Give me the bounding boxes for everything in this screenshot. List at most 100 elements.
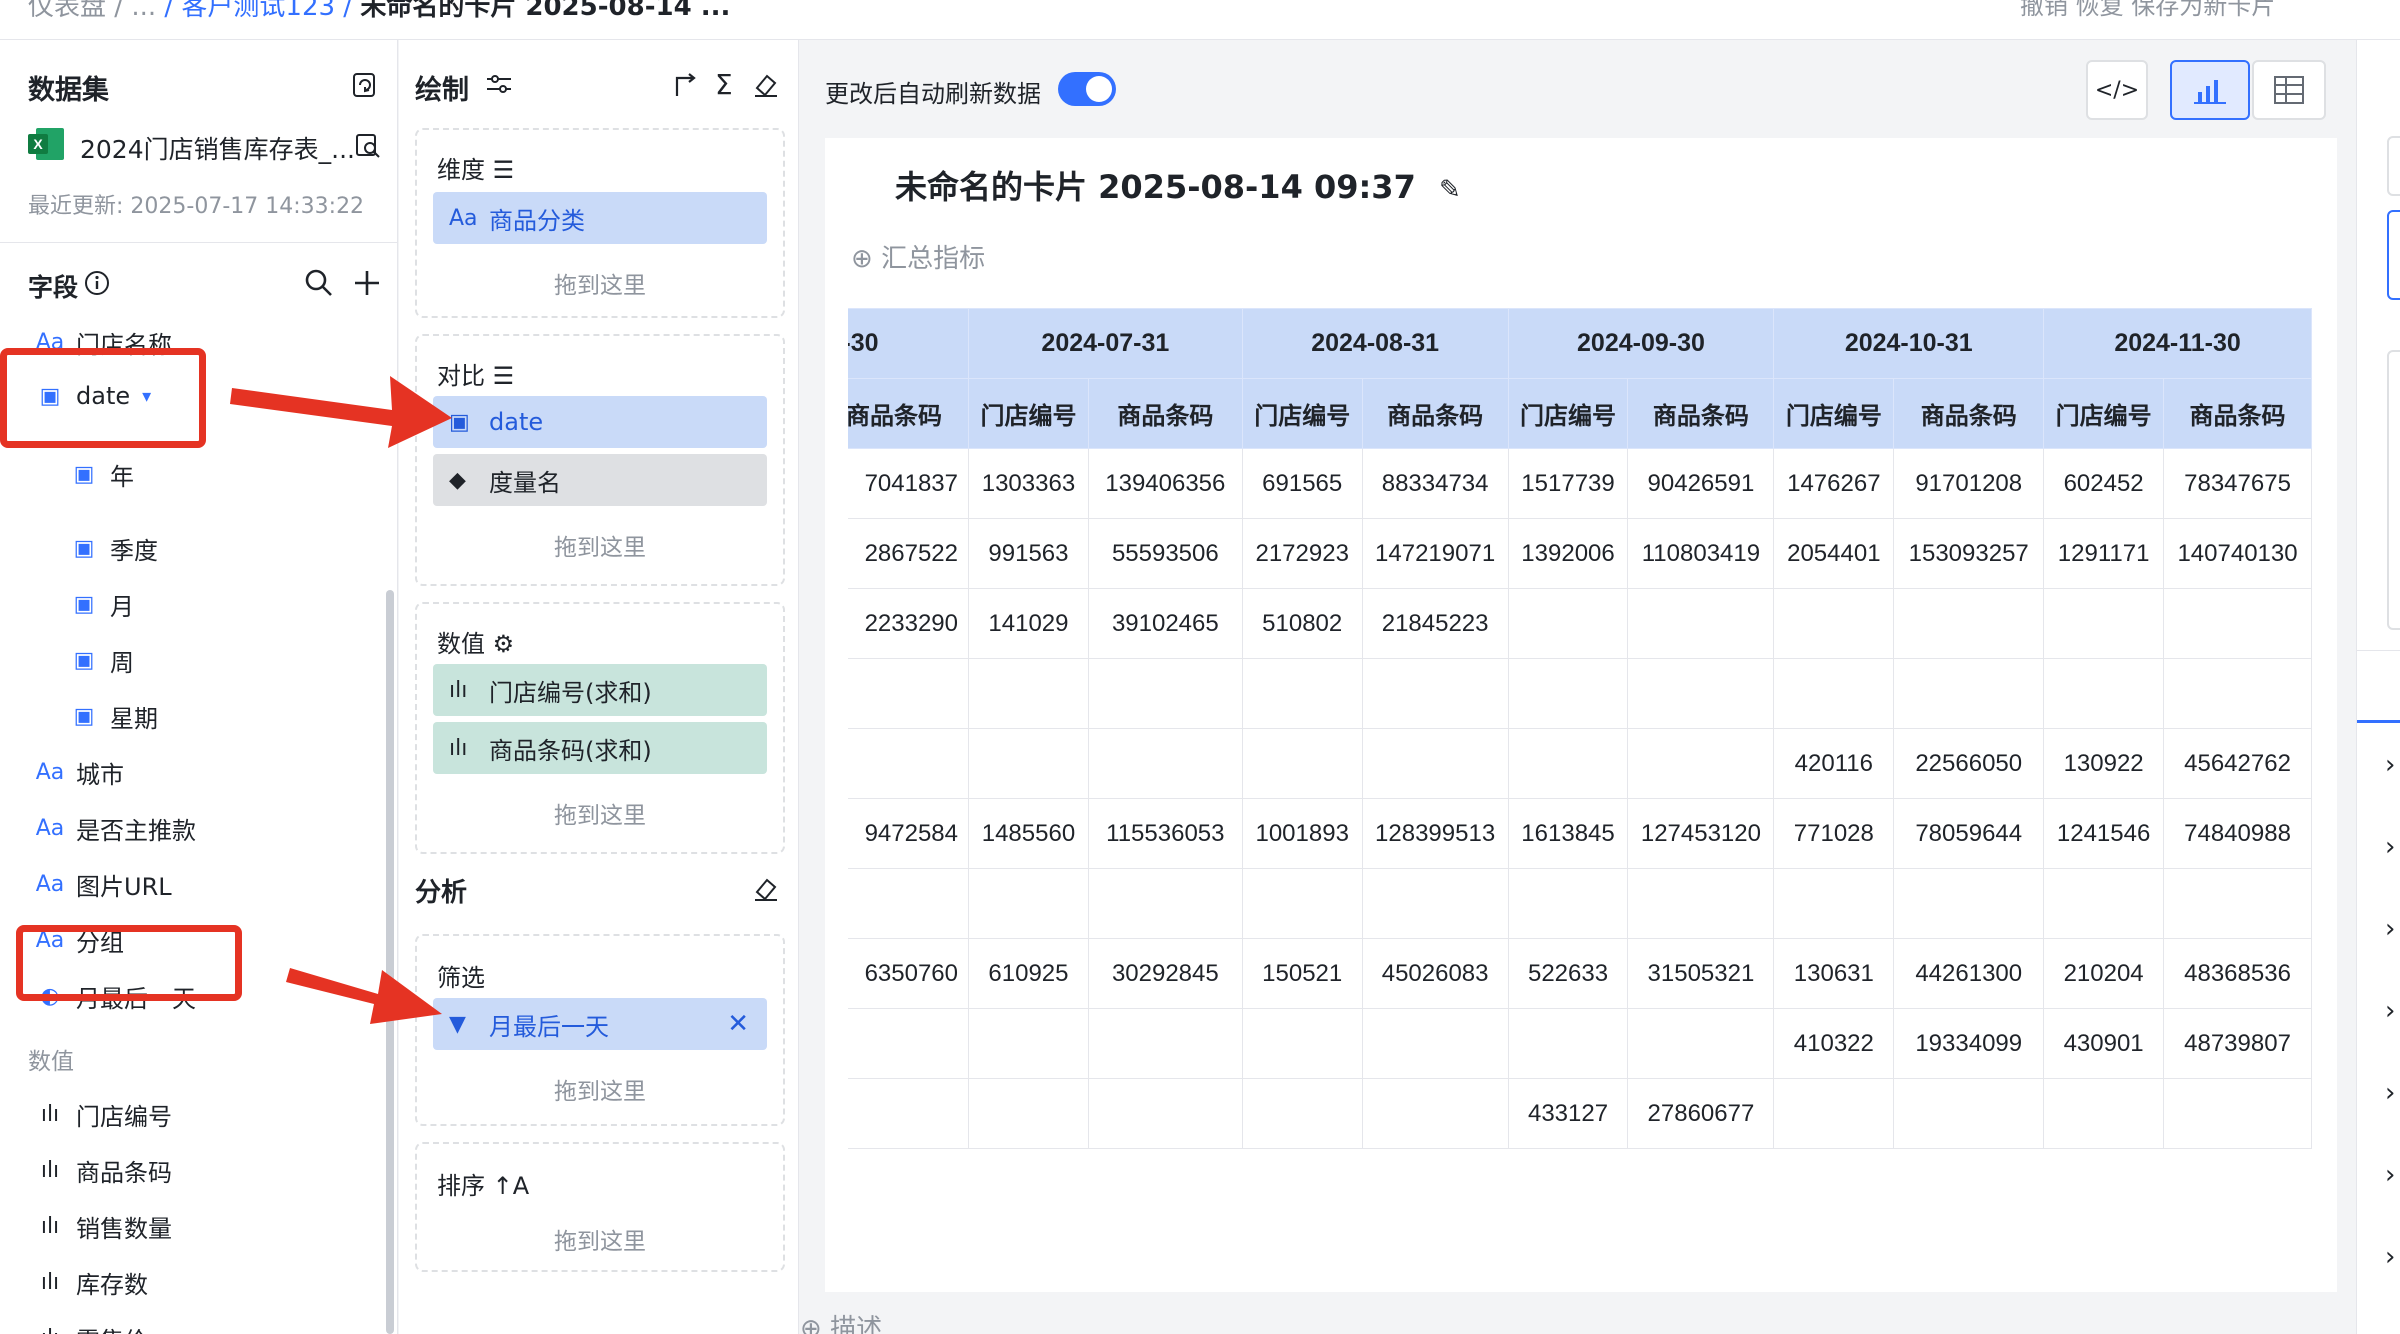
table-cell[interactable]: 9472584 (848, 798, 969, 869)
table-cell[interactable] (1361, 728, 1509, 799)
table-cell[interactable] (1361, 658, 1509, 729)
info-icon[interactable] (84, 270, 110, 296)
property-field[interactable] (2387, 136, 2400, 196)
table-cell[interactable]: 147219071 (1361, 518, 1509, 589)
table-cell[interactable] (848, 658, 969, 729)
measure-column-header[interactable]: 商品条码 (1087, 378, 1243, 449)
table-cell[interactable] (1773, 588, 1895, 659)
date-column-header[interactable]: 2024-08-31 (1241, 308, 1509, 379)
table-cell[interactable] (1087, 868, 1243, 939)
date-column-header[interactable]: 2024-11-30 (2043, 308, 2312, 379)
filter-pill[interactable]: ▼ 月最后一天 ✕ (433, 998, 767, 1050)
table-cell[interactable]: 420116 (1773, 728, 1895, 799)
measure-column-header[interactable]: 商品条码 (848, 378, 969, 449)
table-cell[interactable]: 110803419 (1627, 518, 1775, 589)
table-cell[interactable]: 78059644 (1893, 798, 2045, 869)
table-view-button[interactable] (2252, 60, 2326, 120)
table-cell[interactable] (1361, 868, 1509, 939)
measure-column-header[interactable]: 商品条码 (1361, 378, 1509, 449)
table-cell[interactable]: 1485560 (968, 798, 1089, 869)
table-cell[interactable] (1627, 728, 1775, 799)
field-item-numeric[interactable]: ılı 库存数 (30, 1256, 397, 1308)
table-cell[interactable] (1773, 658, 1895, 729)
table-cell[interactable]: 88334734 (1361, 448, 1509, 519)
compare-dropzone[interactable]: 对比 ☰ ▣ date ◆ 度量名 拖到这里 (415, 334, 785, 586)
axis-swap-icon[interactable] (673, 72, 699, 98)
field-item-numeric[interactable]: ılı零售价 (30, 1312, 397, 1334)
table-cell[interactable]: 19334099 (1893, 1008, 2045, 1079)
table-cell[interactable]: 2054401 (1773, 518, 1895, 589)
table-cell[interactable]: 44261300 (1893, 938, 2045, 1009)
table-cell[interactable]: 1241546 (2043, 798, 2165, 869)
code-view-button[interactable]: </> (2086, 60, 2148, 120)
measure-column-header[interactable]: 门店编号 (1241, 378, 1363, 449)
value-pill[interactable]: ılı 门店编号(求和) (433, 664, 767, 716)
table-cell[interactable]: 1291171 (2043, 518, 2165, 589)
table-cell[interactable]: 22566050 (1893, 728, 2045, 799)
compare-pill-date[interactable]: ▣ date (433, 396, 767, 448)
value-pill[interactable]: ılı 商品条码(求和) (433, 722, 767, 774)
table-cell[interactable]: 150521 (1241, 938, 1363, 1009)
date-column-header[interactable]: 2024-09-30 (1507, 308, 1775, 379)
table-cell[interactable]: 2172923 (1241, 518, 1363, 589)
table-cell[interactable] (1087, 728, 1243, 799)
table-cell[interactable] (1893, 868, 2045, 939)
field-item-week[interactable]: ▣ 周 (64, 634, 397, 686)
measure-column-header[interactable]: 门店编号 (968, 378, 1089, 449)
breadcrumb-link[interactable]: / 客户测试123 / (164, 0, 352, 22)
table-cell[interactable] (1507, 868, 1629, 939)
field-item-numeric[interactable]: ılı 销售数量 (30, 1200, 397, 1252)
chevron-right-icon[interactable]: › (2385, 1242, 2395, 1272)
auto-refresh-toggle[interactable] (1058, 72, 1116, 106)
table-cell[interactable]: 141029 (968, 588, 1089, 659)
compare-pill-measure-name[interactable]: ◆ 度量名 (433, 454, 767, 506)
table-cell[interactable]: 30292845 (1087, 938, 1243, 1009)
table-cell[interactable]: 410322 (1773, 1008, 1895, 1079)
table-cell[interactable] (1893, 1078, 2045, 1149)
table-cell[interactable]: 31505321 (1627, 938, 1775, 1009)
measure-column-header[interactable]: 门店编号 (2043, 378, 2165, 449)
table-cell[interactable]: 771028 (1773, 798, 1895, 869)
field-item-numeric[interactable]: ılı 门店编号 (30, 1088, 397, 1140)
table-cell[interactable] (1627, 1008, 1775, 1079)
table-cell[interactable]: 991563 (968, 518, 1089, 589)
table-cell[interactable]: 74840988 (2163, 798, 2312, 869)
table-cell[interactable] (968, 1008, 1089, 1079)
table-cell[interactable] (1241, 868, 1363, 939)
description-button[interactable]: ⊕ 描述 (800, 1308, 882, 1334)
table-cell[interactable] (1773, 868, 1895, 939)
chevron-right-icon[interactable]: › (2385, 1078, 2395, 1108)
sigma-icon[interactable]: Σ (715, 68, 733, 101)
preview-dataset-icon[interactable] (354, 132, 382, 160)
table-cell[interactable] (968, 658, 1089, 729)
table-cell[interactable] (1087, 658, 1243, 729)
table-cell[interactable]: 602452 (2043, 448, 2165, 519)
breadcrumb-home[interactable]: 仪表盘 (28, 0, 106, 22)
table-cell[interactable]: 139406356 (1087, 448, 1243, 519)
table-cell[interactable] (1087, 1008, 1243, 1079)
date-column-header[interactable]: 2024-07-31 (968, 308, 1243, 379)
summary-metrics-button[interactable]: ⊕ 汇总指标 (851, 238, 985, 275)
field-item-featured[interactable]: Aa 是否主推款 (30, 802, 397, 854)
chevron-right-icon[interactable]: › (2385, 914, 2395, 944)
table-cell[interactable] (1361, 1008, 1509, 1079)
field-item-numeric[interactable]: ılı 商品条码 (30, 1144, 397, 1196)
table-cell[interactable] (2163, 658, 2312, 729)
field-item-image-url[interactable]: Aa 图片URL (30, 858, 397, 910)
table-cell[interactable] (1241, 728, 1363, 799)
table-cell[interactable]: 128399513 (1361, 798, 1509, 869)
table-cell[interactable]: 48368536 (2163, 938, 2312, 1009)
field-item-quarter[interactable]: ▣ 季度 (64, 522, 397, 574)
table-cell[interactable]: 45026083 (1361, 938, 1509, 1009)
table-cell[interactable]: 130631 (1773, 938, 1895, 1009)
table-cell[interactable] (1507, 588, 1629, 659)
table-cell[interactable]: 127453120 (1627, 798, 1775, 869)
top-actions[interactable]: 撤销 恢复 保存为新卡片 (2020, 0, 2275, 21)
table-cell[interactable]: 140740130 (2163, 518, 2312, 589)
field-list-scrollbar[interactable] (386, 590, 394, 1334)
sort-dropzone[interactable]: 排序 ↑A 拖到这里 (415, 1142, 785, 1272)
close-icon[interactable]: ✕ (727, 1009, 749, 1039)
chart-view-button[interactable] (2170, 60, 2250, 120)
table-cell[interactable]: 210204 (2043, 938, 2165, 1009)
table-cell[interactable]: 2233290 (848, 588, 969, 659)
